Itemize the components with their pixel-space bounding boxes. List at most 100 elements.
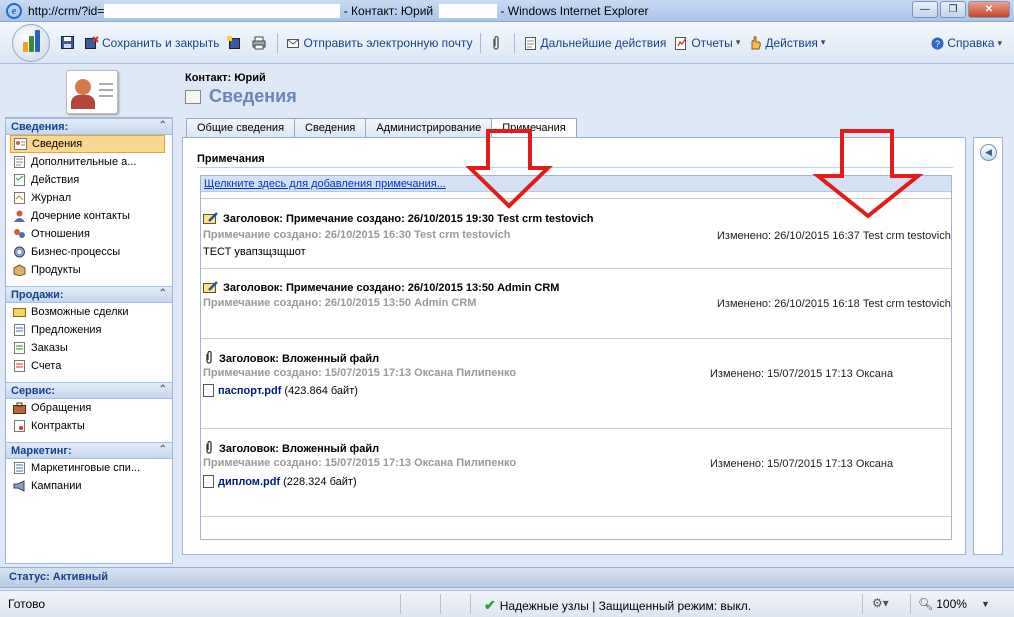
opportunity-icon	[12, 306, 26, 319]
next-actions-button[interactable]: Дальнейшие действия	[523, 36, 666, 50]
maximize-button[interactable]: ❐	[940, 1, 966, 18]
section-title: Примечания	[197, 153, 265, 165]
note-title: Заголовок: Примечание создано: 26/10/201…	[203, 281, 559, 294]
page-title: Сведения	[185, 86, 297, 107]
marketing-list-icon	[12, 462, 26, 475]
attach-button[interactable]	[489, 35, 506, 50]
nav-item-activities[interactable]: Действия	[6, 171, 172, 189]
nav-item-products[interactable]: Продукты	[6, 261, 172, 279]
attachment-link[interactable]: паспорт.pdf	[218, 385, 281, 397]
note-item[interactable]: Заголовок: Вложенный файл Примечание соз…	[201, 338, 951, 428]
case-icon	[12, 402, 26, 415]
save-new-button[interactable]	[227, 35, 244, 50]
printer-icon	[252, 36, 266, 50]
save-new-icon	[227, 35, 241, 50]
toolbar-separator	[480, 32, 482, 53]
chevron-down-icon: ▾	[820, 37, 826, 47]
next-actions-label: Дальнейшие действия	[540, 35, 667, 50]
save-button[interactable]	[60, 36, 77, 50]
nav-item-details[interactable]: Сведения	[10, 135, 165, 153]
nav-item-sub-contacts[interactable]: Дочерние контакты	[6, 207, 172, 225]
nav-item-workflows[interactable]: Бизнес-процессы	[6, 243, 172, 261]
history-icon	[12, 192, 26, 205]
zoom-control[interactable]: 🔍︎ 100% ▼	[918, 597, 990, 611]
nav-group-header[interactable]: Сведения: ⌃	[6, 118, 172, 135]
zoom-icon: 🔍︎	[918, 597, 934, 611]
nav-item-orders[interactable]: Заказы	[6, 339, 172, 357]
file-icon	[203, 384, 214, 397]
save-and-close-label: Сохранить и закрыть	[102, 35, 220, 50]
nav-item-history[interactable]: Журнал	[6, 189, 172, 207]
save-close-icon	[85, 35, 99, 50]
attachment-size: (423.864 байт)	[284, 384, 358, 397]
status-ready: Готово	[8, 597, 46, 611]
campaign-icon	[12, 480, 26, 493]
activities-icon	[12, 174, 26, 187]
note-item[interactable]: Заголовок: Вложенный файл Примечание соз…	[201, 428, 951, 516]
tab-general[interactable]: Общие сведения	[186, 118, 296, 138]
record-status-bar: Статус: Активный	[0, 567, 1014, 588]
actions-menu[interactable]: Действия ▾	[748, 36, 825, 50]
help-menu[interactable]: ? Справка ▾	[930, 36, 1002, 50]
nav-item-opportunities[interactable]: Возможные сделки	[6, 303, 172, 321]
nav-item-invoices[interactable]: Счета	[6, 357, 172, 375]
collapse-icon[interactable]: ⌃	[159, 120, 167, 131]
browser-status-bar: Готово ✔ Надежные узлы | Защищенный режи…	[0, 590, 1014, 617]
expand-panel-button[interactable]: ◀	[980, 144, 997, 161]
print-button[interactable]	[252, 36, 269, 50]
window-app-name: - Windows Internet Explorer	[497, 3, 649, 18]
nav-item-marketing-lists[interactable]: Маркетинговые спи...	[6, 459, 172, 477]
nav-item-relationships[interactable]: Отношения	[6, 225, 172, 243]
page-title-text: Сведения	[209, 86, 297, 106]
nav-group-header[interactable]: Маркетинг: ⌃	[6, 442, 172, 459]
minimize-button[interactable]: —	[912, 1, 938, 18]
collapse-icon[interactable]: ⌃	[159, 444, 167, 455]
security-zone[interactable]: ✔ Надежные узлы | Защищенный режим: выкл…	[476, 597, 751, 614]
hand-pointer-icon	[748, 35, 762, 50]
attachment-link[interactable]: диплом.pdf	[218, 476, 280, 488]
nav-item-more-addresses[interactable]: Дополнительные а...	[6, 153, 172, 171]
status-divider	[400, 594, 401, 614]
reports-label: Отчеты	[691, 35, 733, 50]
toolbar-separator	[277, 32, 279, 53]
form-icon	[185, 89, 201, 104]
nav-group-header[interactable]: Сервис: ⌃	[6, 382, 172, 399]
nav-item-contracts[interactable]: Контракты	[6, 417, 172, 435]
save-and-close-button[interactable]: Сохранить и закрыть	[85, 36, 219, 50]
note-created: Примечание создано: 15/07/2015 17:13 Окс…	[203, 457, 517, 469]
report-icon	[674, 36, 688, 50]
red-arrow-down-icon	[466, 129, 553, 209]
send-email-label: Отправить электронную почту	[303, 35, 473, 50]
paperclip-icon	[489, 35, 503, 50]
crm-logo[interactable]	[12, 23, 50, 62]
nav-item-cases[interactable]: Обращения	[6, 399, 172, 417]
collapse-icon[interactable]: ⌃	[159, 384, 167, 395]
popup-blocker-icon[interactable]: ⚙▾	[872, 596, 889, 610]
attachment: паспорт.pdf (423.864 байт)	[203, 384, 358, 397]
reports-menu[interactable]: Отчеты ▾	[674, 36, 740, 50]
floppy-disk-icon	[60, 36, 74, 50]
relationships-icon	[12, 228, 26, 241]
notes-list: Щелкните здесь для добавления примечания…	[200, 175, 952, 540]
list-end-divider	[201, 516, 951, 517]
note-title: Заголовок: Вложенный файл	[203, 350, 379, 367]
nav-item-quotes[interactable]: Предложения	[6, 321, 172, 339]
help-label: Справка	[947, 36, 995, 50]
status-divider	[440, 594, 441, 614]
nav-group-service: Сервис: ⌃ Обращения Контракты	[6, 382, 172, 435]
tab-details[interactable]: Сведения	[294, 118, 367, 138]
close-window-button[interactable]: ✕	[968, 1, 1010, 18]
send-email-button[interactable]: Отправить электронную почту	[286, 36, 472, 50]
checkmark-icon: ✔	[484, 597, 496, 613]
nav-group-header[interactable]: Продажи: ⌃	[6, 286, 172, 303]
redacted-region	[104, 3, 341, 18]
paperclip-icon	[205, 440, 213, 457]
note-edit-icon	[203, 281, 219, 294]
paperclip-icon	[205, 350, 213, 367]
status-divider	[470, 594, 471, 614]
nav-item-campaigns[interactable]: Кампании	[6, 477, 172, 495]
note-item[interactable]: Заголовок: Примечание создано: 26/10/201…	[201, 268, 951, 338]
note-modified: Изменено: 26/10/2015 16:37 Test crm test…	[717, 230, 951, 242]
chevron-down-icon: ▾	[997, 37, 1002, 48]
collapse-icon[interactable]: ⌃	[159, 288, 167, 299]
